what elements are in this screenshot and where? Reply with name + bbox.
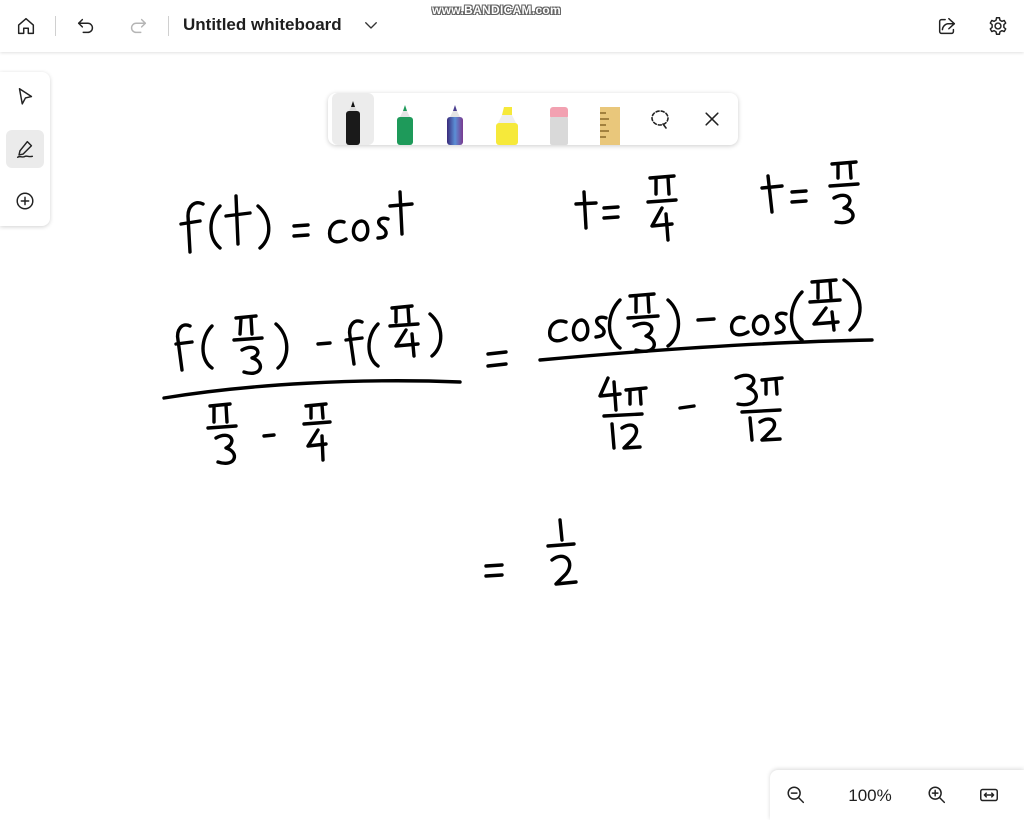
share-icon bbox=[938, 17, 956, 35]
home-icon bbox=[17, 17, 35, 35]
add-button[interactable] bbox=[6, 182, 44, 220]
ink-function-definition bbox=[179, 190, 414, 254]
highlighter-icon bbox=[496, 107, 518, 145]
redo-button[interactable] bbox=[122, 10, 154, 42]
ink-right-difference-quotient bbox=[538, 278, 874, 450]
home-button[interactable] bbox=[10, 10, 42, 42]
ink-layer bbox=[162, 160, 874, 586]
ruler-icon bbox=[600, 107, 620, 145]
inking-tool-button[interactable] bbox=[6, 130, 44, 168]
undo-button[interactable] bbox=[70, 10, 102, 42]
zoom-out-icon bbox=[787, 786, 805, 804]
eraser-icon bbox=[550, 107, 568, 145]
zoom-in-button[interactable] bbox=[923, 781, 951, 809]
top-bar: Untitled whiteboard www.BANDICAM.com bbox=[0, 0, 1024, 52]
zoom-level[interactable]: 100% bbox=[840, 786, 900, 806]
fit-to-screen-icon bbox=[980, 788, 998, 802]
galaxy-pen[interactable] bbox=[434, 93, 476, 145]
separator bbox=[55, 16, 56, 36]
chevron-down-icon bbox=[365, 22, 377, 29]
ink-left-difference-quotient bbox=[162, 304, 462, 465]
add-icon bbox=[16, 192, 34, 210]
pen-tray bbox=[328, 93, 738, 145]
black-pen-icon bbox=[346, 101, 360, 145]
eraser[interactable] bbox=[538, 93, 580, 145]
fit-to-screen-button[interactable] bbox=[975, 781, 1003, 809]
inking-tool-icon bbox=[16, 140, 34, 158]
close-tray-button[interactable] bbox=[698, 105, 726, 133]
ink-t-equals-pi-over-4 bbox=[574, 174, 678, 242]
select-pointer-icon bbox=[18, 88, 33, 105]
black-pen[interactable] bbox=[332, 93, 374, 145]
ink-equals-one-half bbox=[484, 518, 578, 586]
separator bbox=[168, 16, 169, 36]
ink-equals-sign-1 bbox=[486, 350, 508, 368]
left-toolbar bbox=[0, 72, 50, 226]
ruler[interactable] bbox=[590, 93, 632, 145]
gear-icon bbox=[989, 17, 1007, 35]
close-icon bbox=[705, 112, 719, 126]
yellow-highlighter[interactable] bbox=[486, 93, 528, 145]
lasso-select-icon bbox=[651, 110, 669, 129]
zoom-out-button[interactable] bbox=[782, 781, 810, 809]
title-menu-button[interactable] bbox=[360, 14, 382, 36]
ink-strokes bbox=[162, 160, 874, 586]
lasso-select-button[interactable] bbox=[646, 105, 674, 133]
undo-icon bbox=[77, 18, 94, 34]
settings-button[interactable] bbox=[982, 10, 1014, 42]
share-button[interactable] bbox=[931, 10, 963, 42]
select-tool-button[interactable] bbox=[6, 78, 44, 116]
redo-icon bbox=[130, 18, 147, 34]
zoom-in-icon bbox=[928, 786, 946, 804]
green-pen[interactable] bbox=[384, 93, 426, 145]
whiteboard-canvas[interactable] bbox=[0, 52, 1024, 820]
galaxy-pen-icon bbox=[447, 105, 463, 145]
recording-watermark: www.BANDICAM.com bbox=[432, 3, 562, 17]
zoom-bar: 100% bbox=[770, 770, 1024, 820]
ink-t-equals-pi-over-3 bbox=[760, 160, 860, 225]
green-pen-icon bbox=[397, 105, 413, 145]
whiteboard-title[interactable]: Untitled whiteboard bbox=[183, 15, 342, 35]
